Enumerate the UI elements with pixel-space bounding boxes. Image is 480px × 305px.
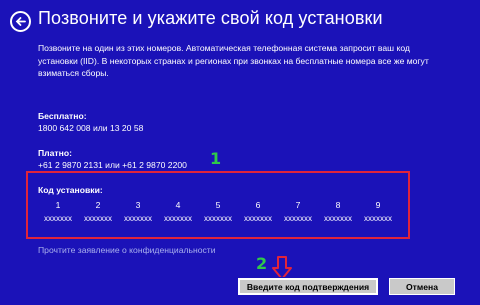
group-value: xxxxxxx <box>164 214 192 223</box>
paid-label: Платно: <box>38 148 72 158</box>
group-number: 2 <box>95 200 101 210</box>
group-value: xxxxxxx <box>364 214 392 223</box>
back-button[interactable] <box>10 11 31 32</box>
paid-numbers: +61 2 9870 2131 или +61 2 9870 2200 <box>38 160 187 170</box>
group-value: xxxxxxx <box>84 214 112 223</box>
intro-text: Позвоните на один из этих номеров. Автом… <box>38 43 429 78</box>
group-number: 4 <box>175 200 181 210</box>
group-number: 7 <box>295 200 301 210</box>
group-value: xxxxxxx <box>244 214 272 223</box>
cancel-button[interactable]: Отмена <box>389 278 455 295</box>
group-number: 1 <box>55 200 61 210</box>
free-numbers-block: Бесплатно: 1800 642 008 или 13 20 58 <box>38 110 143 134</box>
group-value: xxxxxxx <box>44 214 72 223</box>
group-value: xxxxxxx <box>204 214 232 223</box>
enter-confirmation-code-button[interactable]: Введите код подтверждения <box>237 277 379 296</box>
back-arrow-icon <box>15 17 26 26</box>
free-label: Бесплатно: <box>38 111 87 121</box>
install-id-label: Код установки: <box>38 185 103 195</box>
red-down-arrow-icon <box>272 256 292 280</box>
privacy-statement-link[interactable]: Прочтите заявление о конфиденциальности <box>38 245 216 255</box>
group-number: 9 <box>375 200 381 210</box>
step-marker-1: 1 <box>210 149 222 168</box>
group-number: 3 <box>135 200 141 210</box>
group-value: xxxxxxx <box>284 214 312 223</box>
free-numbers: 1800 642 008 или 13 20 58 <box>38 123 144 133</box>
group-number: 6 <box>255 200 261 210</box>
paid-numbers-block: Платно: +61 2 9870 2131 или +61 2 9870 2… <box>38 147 187 171</box>
install-id-group-values: xxxxxxx xxxxxxx xxxxxxx xxxxxxx xxxxxxx … <box>38 214 398 224</box>
step-marker-2: 2 <box>256 254 268 273</box>
group-value: xxxxxxx <box>124 214 152 223</box>
page-title: Позвоните и укажите свой код установки <box>38 8 383 28</box>
install-id-group-numbers: 1 2 3 4 5 6 7 8 9 <box>38 200 398 210</box>
group-number: 8 <box>335 200 341 210</box>
group-value: xxxxxxx <box>324 214 352 223</box>
group-number: 5 <box>215 200 221 210</box>
